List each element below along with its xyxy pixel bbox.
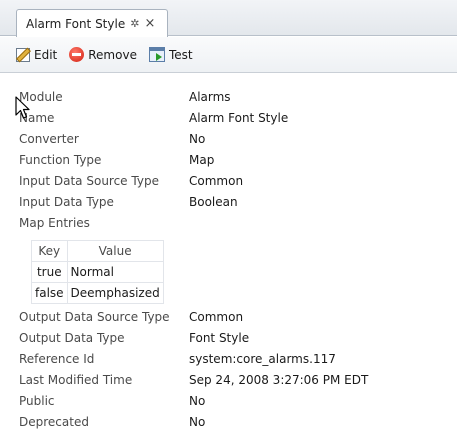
map-value-cell: Normal — [66, 261, 164, 283]
property-row-input-ds-type: Input Data Source Type Common — [19, 170, 449, 191]
toolbar: Edit Remove Test — [0, 37, 457, 73]
table-row[interactable]: false Deemphasized — [31, 282, 164, 304]
property-row-output-ds-type: Output Data Source Type Common — [19, 306, 449, 327]
column-header-value[interactable]: Value — [66, 240, 164, 262]
property-value: No — [189, 414, 206, 429]
property-value: Alarm Font Style — [189, 110, 289, 125]
remove-button[interactable]: Remove — [69, 47, 137, 62]
map-entries-table: Key Value true Normal false Deemphasized — [31, 240, 164, 304]
property-value: Font Style — [189, 330, 250, 345]
property-label: Output Data Type — [19, 330, 125, 345]
property-row-output-data-type: Output Data Type Font Style — [19, 327, 449, 348]
property-row-converter: Converter No — [19, 128, 449, 149]
property-label: Reference Id — [19, 351, 95, 366]
map-entries-table-wrap: Key Value true Normal false Deemphasized — [31, 240, 164, 304]
property-value: Map — [189, 152, 215, 167]
map-value-cell: Deemphasized — [66, 282, 164, 304]
remove-icon — [69, 47, 85, 62]
property-row-name: Name Alarm Font Style — [19, 107, 449, 128]
editor-tab-strip: Alarm Font Style ✲ × — [0, 0, 457, 37]
property-value: Common — [189, 309, 244, 324]
property-value: Common — [189, 173, 244, 188]
property-row-public: Public No — [19, 390, 449, 411]
property-value: No — [189, 393, 206, 408]
property-label: Deprecated — [19, 414, 89, 429]
test-icon — [148, 47, 165, 62]
tab-title: Alarm Font Style — [26, 16, 126, 31]
property-label: Output Data Source Type — [19, 309, 170, 324]
map-key-cell: true — [31, 261, 68, 283]
property-label: Name — [19, 110, 55, 125]
edit-icon — [16, 48, 30, 62]
property-row-deprecated: Deprecated No — [19, 411, 449, 432]
property-value: Boolean — [189, 194, 238, 209]
edit-button[interactable]: Edit — [16, 47, 57, 62]
property-row-input-data-type: Input Data Type Boolean — [19, 191, 449, 212]
property-label: Converter — [19, 131, 79, 146]
edit-button-label: Edit — [34, 47, 58, 62]
remove-button-label: Remove — [88, 47, 137, 62]
property-value: Alarms — [189, 89, 231, 104]
test-button[interactable]: Test — [148, 47, 193, 62]
property-label: Map Entries — [19, 215, 90, 230]
property-label: Function Type — [19, 152, 102, 167]
property-value: Sep 24, 2008 3:27:06 PM EDT — [189, 372, 369, 387]
pin-icon[interactable]: ✲ — [130, 17, 139, 30]
column-header-key[interactable]: Key — [31, 240, 68, 262]
property-label: Input Data Type — [19, 194, 114, 209]
test-button-label: Test — [168, 47, 193, 62]
map-key-cell: false — [31, 282, 68, 304]
tab-alarm-font-style[interactable]: Alarm Font Style ✲ × — [16, 9, 168, 37]
property-label: Input Data Source Type — [19, 173, 159, 188]
property-row-function-type: Function Type Map — [19, 149, 449, 170]
property-value: No — [189, 131, 206, 146]
property-row-reference-id: Reference Id system:core_alarms.117 — [19, 348, 449, 369]
property-label: Public — [19, 393, 55, 408]
property-value: system:core_alarms.117 — [189, 351, 336, 366]
table-row[interactable]: true Normal — [31, 261, 164, 283]
property-row-last-modified: Last Modified Time Sep 24, 2008 3:27:06 … — [19, 369, 449, 390]
property-row-map-entries: Map Entries — [19, 212, 449, 233]
property-row-module: Module Alarms — [19, 86, 449, 107]
close-icon[interactable]: × — [144, 16, 155, 31]
property-label: Module — [19, 89, 63, 104]
table-header-row: Key Value — [31, 240, 164, 262]
mouse-pointer-icon — [15, 96, 30, 119]
property-label: Last Modified Time — [19, 372, 133, 387]
